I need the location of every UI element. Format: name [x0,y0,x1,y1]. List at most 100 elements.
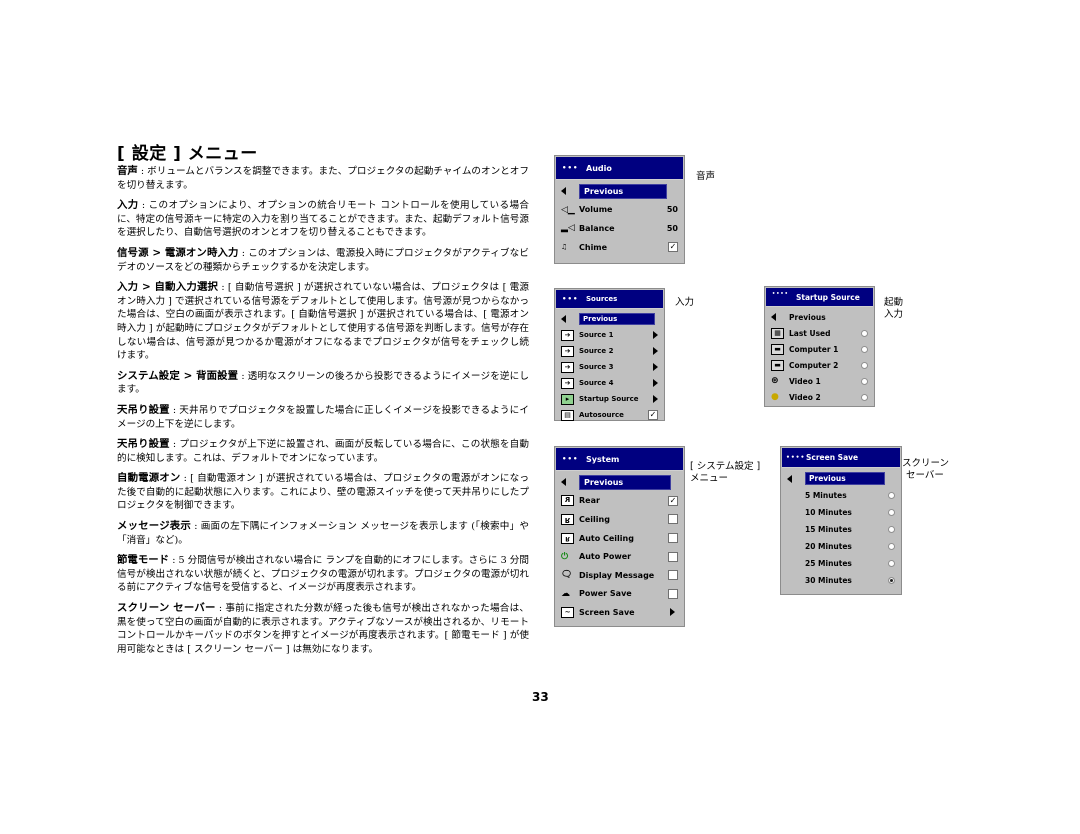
menu-item-balance[interactable]: ▂◁ Balance 50 [555,219,684,238]
10-minutes-radio[interactable] [888,509,895,516]
menu-item-10-minutes[interactable]: 10 Minutes [781,504,901,521]
menu-title: System [586,454,620,464]
autosource-checkbox[interactable]: ✓ [648,410,658,420]
previous-item[interactable]: Previous [765,309,874,325]
menu-item-volume[interactable]: ◁▁ Volume 50 [555,201,684,220]
5-minutes-radio[interactable] [888,492,895,499]
auto-power-checkbox[interactable] [668,551,678,562]
menu-title: Sources [586,295,618,303]
balance-icon: ▂◁ [561,223,575,234]
menu-item-chime[interactable]: ♫ Chime ✓ [555,238,684,257]
item-label: Auto Ceiling [579,533,634,543]
menu-item-ceiling[interactable]: R Ceiling [555,510,684,529]
computer-2-radio[interactable] [861,361,868,369]
menu-item-screen-save[interactable]: ~ Screen Save [555,603,684,622]
term: 入力 > 自動入力選択 [117,281,219,294]
paragraph-display-message: メッセージ表示 : 画面の左下隅にインフォメーション メッセージを表示します (… [117,520,529,547]
menu-item-last-used[interactable]: ▦ Last Used [765,325,874,341]
menu-item-rear[interactable]: R Rear ✓ [555,492,684,511]
back-arrow-icon [787,474,792,483]
20-minutes-radio[interactable] [888,543,895,550]
back-arrow-icon [771,313,776,321]
term: 信号源 > 電源オン時入力 [117,246,239,259]
power-save-checkbox[interactable] [668,588,678,599]
menu-title: Screen Save [806,453,859,462]
menu-item-video-2[interactable]: ● Video 2 [765,389,874,405]
chime-checkbox[interactable]: ✓ [668,242,678,253]
menu-item-source-2[interactable]: ➔ Source 2 [555,343,664,359]
term: システム設定 > 背面設置 [117,369,239,382]
menu-item-auto-power[interactable]: ⏻ Auto Power [555,547,684,566]
previous-item[interactable]: Previous [781,470,901,487]
menu-item-video-1[interactable]: ⊛ Video 1 [765,373,874,389]
menu-item-source-4[interactable]: ➔ Source 4 [555,375,664,391]
menu-item-15-minutes[interactable]: 15 Minutes [781,521,901,538]
menu-item-auto-ceiling[interactable]: R Auto Ceiling [555,529,684,548]
menu-item-source-3[interactable]: ➔ Source 3 [555,359,664,375]
menu-item-30-minutes[interactable]: 30 Minutes [781,572,901,589]
term: 天吊り設置 [117,438,170,451]
startup-source-icon: ▸ [561,393,574,405]
ceiling-checkbox[interactable] [668,514,678,525]
description: : 5 分間信号が検出されない場合に ランプを自動的にオフにします。さらに 3 … [117,555,529,594]
auto-ceiling-icon: R [561,532,574,544]
rear-checkbox[interactable]: ✓ [668,495,678,506]
submenu-arrow-icon [670,608,675,617]
item-label: Screen Save [579,607,635,617]
sources-caption: 入力 [675,297,695,308]
menu-item-source-1[interactable]: ➔ Source 1 [555,327,664,343]
submenu-arrow-icon [653,347,658,355]
power-save-icon: ☁ [561,588,570,599]
volume-icon: ◁▁ [561,204,575,215]
auto-power-icon: ⏻ [561,551,569,562]
menu-dots-icon: ••• [562,295,579,303]
video-1-radio[interactable] [861,377,868,385]
description: : このオプションにより、オプションの統合リモート コントロールを使用している場… [117,200,529,239]
term: 入力 [117,199,139,212]
menu-item-5-minutes[interactable]: 5 Minutes [781,487,901,504]
item-label: Source 2 [579,347,614,355]
last-used-radio[interactable] [861,329,868,337]
paragraph-auto-ceiling: 天吊り設置 : プロジェクタが上下逆に設置され、画面が反転している場合に、この状… [117,438,529,465]
menu-dots-icon: ••• [562,455,579,463]
previous-item[interactable]: Previous [555,182,684,201]
previous-item[interactable]: Previous [555,311,664,327]
menu-item-startup-source[interactable]: ▸ Startup Source [555,391,664,407]
term: 天吊り設置 [117,403,170,416]
previous-item[interactable]: Previous [555,473,684,492]
back-arrow-icon [561,315,566,323]
item-label: Autosource [579,411,624,419]
source-input-icon: ➔ [561,377,574,389]
item-label: Last Used [789,328,831,338]
item-label: Ceiling [579,514,610,524]
item-label: Source 1 [579,331,614,339]
item-label: 20 Minutes [805,542,852,551]
paragraph-input: 入力 : このオプションにより、オプションの統合リモート コントロールを使用して… [117,199,529,240]
term: 自動電源オン [117,472,181,485]
auto-ceiling-checkbox[interactable] [668,533,678,544]
menu-item-computer-2[interactable]: ▬ Computer 2 [765,357,874,373]
item-label: 5 Minutes [805,491,847,500]
display-message-checkbox[interactable] [668,570,678,581]
page-title: [ 設定 ] メニュー [117,144,258,164]
menu-item-autosource[interactable]: ▤ Autosource ✓ [555,407,664,423]
computer-1-radio[interactable] [861,345,868,353]
page-number: 33 [532,690,549,704]
computer-icon: ▬ [771,359,784,371]
body-text: 音声 : ボリュームとバランスを調整できます。また、プロジェクタの起動チャイムの… [117,165,529,663]
term: 節電モード [117,554,170,567]
menu-dots-icon: ••• [562,164,579,172]
25-minutes-radio[interactable] [888,560,895,567]
ceiling-icon: R [561,513,574,525]
item-label: Source 3 [579,363,614,371]
submenu-arrow-icon [653,363,658,371]
menu-item-25-minutes[interactable]: 25 Minutes [781,555,901,572]
menu-item-computer-1[interactable]: ▬ Computer 1 [765,341,874,357]
30-minutes-radio[interactable] [888,577,895,584]
menu-item-display-message[interactable]: 🗨 Display Message [555,566,684,585]
paragraph-audio: 音声 : ボリュームとバランスを調整できます。また、プロジェクタの起動チャイムの… [117,165,529,192]
menu-item-power-save[interactable]: ☁ Power Save [555,585,684,604]
menu-item-20-minutes[interactable]: 20 Minutes [781,538,901,555]
15-minutes-radio[interactable] [888,526,895,533]
video-2-radio[interactable] [861,393,868,401]
